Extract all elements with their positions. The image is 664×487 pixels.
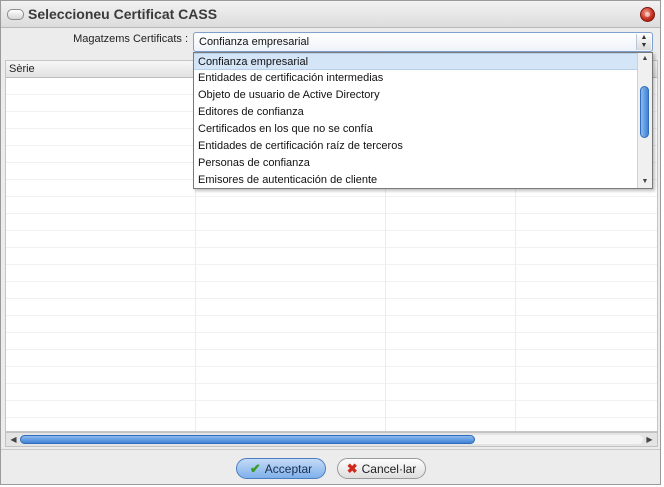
scroll-down-icon[interactable]: ▼ [638, 176, 652, 188]
scroll-track[interactable] [20, 435, 643, 444]
dropdown-scrollbar[interactable]: ▲ ▼ [637, 53, 652, 188]
dropdown-option[interactable]: Personas de confianza [194, 155, 637, 172]
title-bar[interactable]: Seleccioneu Certificat CASS [1, 1, 660, 28]
column-header-serie[interactable]: Sèrie [6, 61, 195, 77]
scroll-left-icon[interactable]: ◀ [7, 433, 20, 446]
accept-button[interactable]: ✔ Acceptar [236, 458, 326, 479]
dropdown-option[interactable]: Editores de confianza [194, 104, 637, 121]
cancel-button[interactable]: ✖ Cancel·lar [337, 458, 426, 479]
dropdown-option[interactable]: Certificados en los que no se confía [194, 121, 637, 138]
scroll-right-icon[interactable]: ▶ [643, 433, 656, 446]
dropdown-option[interactable]: Entidades de certificación intermedias [194, 70, 637, 87]
window-menu-icon[interactable] [7, 9, 24, 20]
cancel-button-label: Cancel·lar [361, 461, 417, 476]
dropdown-option[interactable]: Objeto de usuario de Active Directory [194, 87, 637, 104]
dropdown-option[interactable]: Confianza empresarial [194, 53, 637, 70]
dropdown-options: Confianza empresarial Entidades de certi… [194, 53, 637, 188]
dropdown-scroll-thumb[interactable] [640, 86, 649, 138]
store-label: Magatzems Certificats : [73, 33, 188, 45]
dialog-window: Seleccioneu Certificat CASS Magatzems Ce… [0, 0, 661, 485]
window-title: Seleccioneu Certificat CASS [28, 6, 218, 22]
accept-button-label: Acceptar [264, 461, 313, 476]
horizontal-scrollbar[interactable]: ◀ ▶ [5, 432, 658, 447]
button-bar: ✔ Acceptar ✖ Cancel·lar [1, 449, 660, 486]
scroll-thumb[interactable] [20, 435, 475, 444]
scroll-up-icon[interactable]: ▲ [638, 53, 652, 65]
dropdown-option[interactable]: Entidades de certificación raíz de terce… [194, 138, 637, 155]
store-select[interactable]: Confianza empresarial ▲ ▼ [193, 32, 653, 52]
dropdown-option[interactable]: Emisores de autenticación de cliente [194, 172, 637, 188]
close-icon[interactable] [640, 7, 655, 22]
select-arrows-icon[interactable]: ▲ ▼ [636, 34, 651, 50]
check-icon: ✔ [249, 461, 261, 476]
cancel-x-icon: ✖ [346, 461, 358, 476]
store-dropdown-list[interactable]: Confianza empresarial Entidades de certi… [193, 52, 653, 189]
store-select-value: Confianza empresarial [199, 36, 310, 48]
